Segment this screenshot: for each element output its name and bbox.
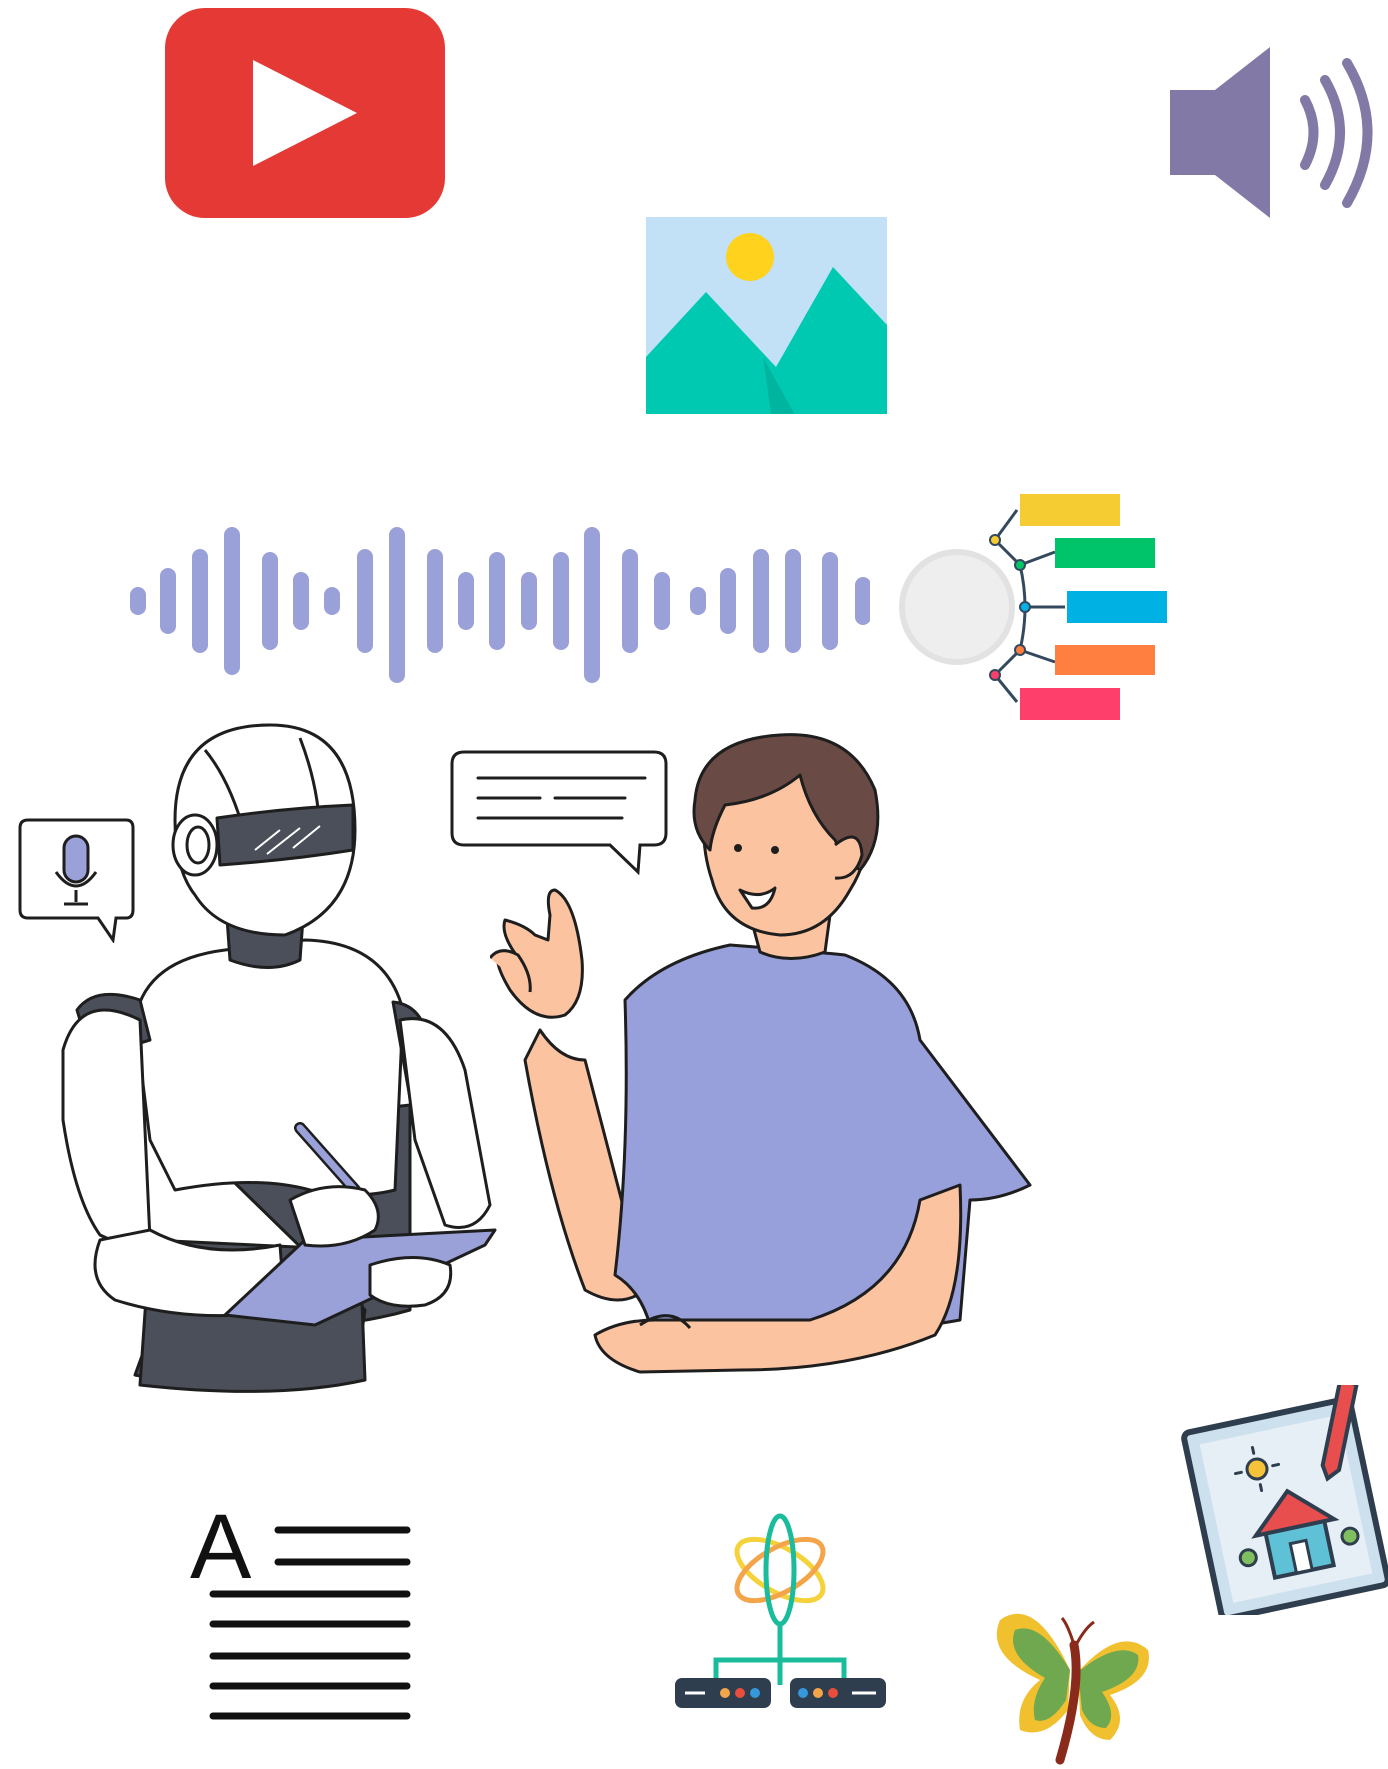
robot-with-tablet [55, 720, 505, 1395]
butterfly-icon [990, 1600, 1155, 1769]
person-gesturing [490, 730, 1035, 1380]
audio-waveform-icon [125, 525, 870, 685]
document-letter: A [190, 1500, 252, 1598]
drawing-pencil-icon [1180, 1385, 1388, 1615]
atom-network-icon [670, 1510, 895, 1710]
video-play-icon [165, 8, 445, 218]
mind-map-icon [895, 490, 1175, 725]
image-landscape-icon [646, 217, 887, 414]
text-document-icon: A [190, 1500, 420, 1725]
speaker-volume-icon [1170, 45, 1388, 220]
